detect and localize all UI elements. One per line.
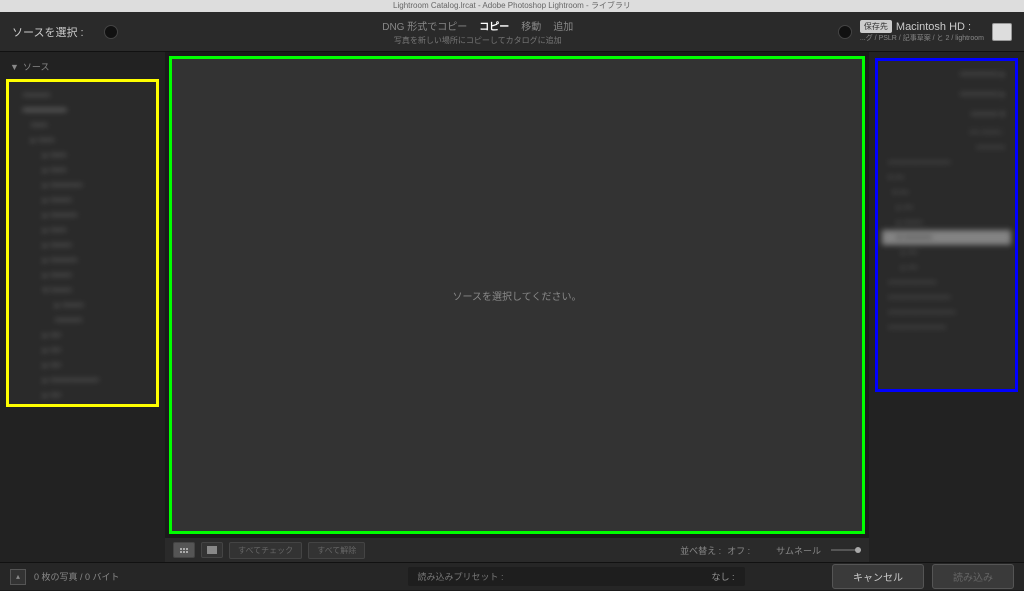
preset-label: 読み込みプリセット :: [418, 570, 504, 583]
tree-item[interactable]: ▸ ━━━: [15, 223, 150, 238]
tree-item[interactable]: ━━━: [15, 118, 150, 133]
loupe-view-button[interactable]: [201, 542, 223, 558]
tree-item[interactable]: ━━━━━━━━: [15, 403, 150, 407]
tree-item[interactable]: ▸ ━━━━: [882, 215, 1011, 230]
sort-value[interactable]: オフ :: [727, 544, 750, 557]
mode-copy[interactable]: コピー: [479, 18, 509, 33]
import-preset-bar[interactable]: 読み込みプリセット : なし :: [408, 567, 745, 586]
tree-item[interactable]: ━━━━━: [15, 313, 150, 328]
expand-button[interactable]: ▴: [10, 569, 26, 585]
tree-item[interactable]: ▸ ━━━━━: [15, 208, 150, 223]
left-panel: ▼ ソース ━━━━━ ━━━━━━━━ ━━━ ▸ ━━━ ▸ ━━━ ▸ ━…: [0, 52, 165, 562]
grid-view-button[interactable]: [173, 542, 195, 558]
panel-section[interactable]: ━━━━━━━ ▸: [882, 65, 1011, 85]
photo-count-label: 0 枚の写真 / 0 バイト: [34, 570, 120, 583]
tree-item[interactable]: ▸ ━━: [882, 245, 1011, 260]
tree-item[interactable]: ▸ ━━: [15, 388, 150, 403]
app-title: Lightroom Catalog.lrcat - Adobe Photosho…: [393, 1, 631, 10]
grid-icon: [180, 548, 188, 553]
tree-item[interactable]: ▾ ━━━━: [15, 283, 150, 298]
tree-item[interactable]: ▸ ━━━━: [15, 298, 150, 313]
source-panel-header[interactable]: ▼ ソース: [4, 56, 161, 77]
tree-item[interactable]: ━━━━━: [15, 88, 150, 103]
right-panel: ━━━━━━━ ▸ ━━━━━━━ ▸ ━━━━━ ▾ ━━ ━━━━ : ━━…: [869, 52, 1024, 562]
mode-subtitle: 写真を新しい場所にコピーしてカタログに追加: [118, 35, 838, 46]
tree-item[interactable]: ▸ ━━: [15, 328, 150, 343]
tree-item[interactable]: ▸ ━━━: [15, 148, 150, 163]
tree-item[interactable]: ▸ ━━: [882, 200, 1011, 215]
tree-item[interactable]: ▸ ━━━━━━━━━: [15, 373, 150, 388]
source-tree[interactable]: ━━━━━ ━━━━━━━━ ━━━ ▸ ━━━ ▸ ━━━ ▸ ━━━ ▸ ━…: [6, 79, 159, 407]
tree-item[interactable]: ▸ ━━━: [15, 163, 150, 178]
tree-item[interactable]: ▸ ━━━━: [15, 268, 150, 283]
mode-dng-copy[interactable]: DNG 形式でコピー: [382, 18, 467, 33]
chevron-up-icon: ▴: [16, 572, 20, 581]
destination-badge: 保存先: [860, 20, 892, 33]
setting-row[interactable]: ━━━━━━: [882, 140, 1011, 155]
tree-item[interactable]: ━━━━━━━━━━━━: [882, 320, 1011, 335]
tree-item[interactable]: ▸ ━━━━: [15, 238, 150, 253]
panel-section[interactable]: ━━━━━━━ ▸: [882, 85, 1011, 105]
destination-path: ...グ / PSLR / 記事草案 / と 2 / lightroom: [860, 33, 984, 43]
panel-section[interactable]: ━━━━━ ▾: [882, 105, 1011, 125]
tree-item[interactable]: ▸ ━━: [882, 260, 1011, 275]
cancel-button[interactable]: キャンセル: [832, 564, 924, 589]
destination-label[interactable]: Macintosh HD :: [896, 21, 971, 33]
loupe-icon: [207, 546, 217, 554]
tree-item-selected[interactable]: ▾ ━━━━━━: [882, 230, 1011, 245]
tree-item[interactable]: ▸ ━━━━━━: [15, 178, 150, 193]
tree-item[interactable]: ▸ ━━━━: [15, 193, 150, 208]
empty-state-message: ソースを選択してください。: [453, 288, 582, 303]
preview-toolbar: すべてチェック すべて解除 並べ替え : オフ : サムネール: [165, 538, 869, 562]
preset-value[interactable]: なし :: [712, 570, 735, 583]
tree-item[interactable]: ▸ ━━: [15, 358, 150, 373]
tree-item[interactable]: ━━━━━━━━━━: [882, 275, 1011, 290]
tree-item[interactable]: ━━━━━━━━━━━━━━: [882, 305, 1011, 320]
tree-item[interactable]: ━━━━━━━━: [15, 103, 150, 118]
setting-row[interactable]: ━━ ━━━━ :: [882, 125, 1011, 140]
tree-item[interactable]: ▸ ━━: [15, 343, 150, 358]
thumbnail-size-label: サムネール: [776, 544, 821, 557]
drive-icon: [992, 23, 1012, 41]
mode-move[interactable]: 移動: [521, 18, 541, 33]
import-button[interactable]: 読み込み: [932, 564, 1014, 589]
sort-label: 並べ替え :: [680, 544, 721, 557]
tree-item[interactable]: ▾ ━━: [882, 185, 1011, 200]
window-title-bar: Lightroom Catalog.lrcat - Adobe Photosho…: [0, 0, 1024, 12]
source-select-label[interactable]: ソースを選択 :: [12, 24, 84, 40]
nav-arrow-left-icon[interactable]: [104, 25, 118, 39]
import-header: ソースを選択 : DNG 形式でコピー コピー 移動 追加 写真を新しい場所にコ…: [0, 12, 1024, 52]
footer-bar: ▴ 0 枚の写真 / 0 バイト 読み込みプリセット : なし : キャンセル …: [0, 562, 1024, 590]
tree-item[interactable]: ━━━━━━━━━━━━━: [882, 290, 1011, 305]
tree-item[interactable]: ▸ ━━━: [15, 133, 150, 148]
destination-settings[interactable]: ━━━━━━━ ▸ ━━━━━━━ ▸ ━━━━━ ▾ ━━ ━━━━ : ━━…: [875, 58, 1018, 392]
thumbnail-size-slider[interactable]: [831, 549, 861, 551]
tree-item[interactable]: ▸ ━━━━━: [15, 253, 150, 268]
tree-item[interactable]: ▾ ━━: [882, 170, 1011, 185]
nav-arrow-right-icon[interactable]: [838, 25, 852, 39]
setting-row[interactable]: ━━━━━━━━━━━━━: [882, 155, 1011, 170]
check-all-button[interactable]: すべてチェック: [229, 542, 302, 559]
mode-add[interactable]: 追加: [553, 18, 573, 33]
preview-grid-area: ソースを選択してください。: [169, 56, 865, 534]
disclosure-triangle-icon: ▼: [10, 62, 19, 72]
uncheck-all-button[interactable]: すべて解除: [308, 542, 365, 559]
